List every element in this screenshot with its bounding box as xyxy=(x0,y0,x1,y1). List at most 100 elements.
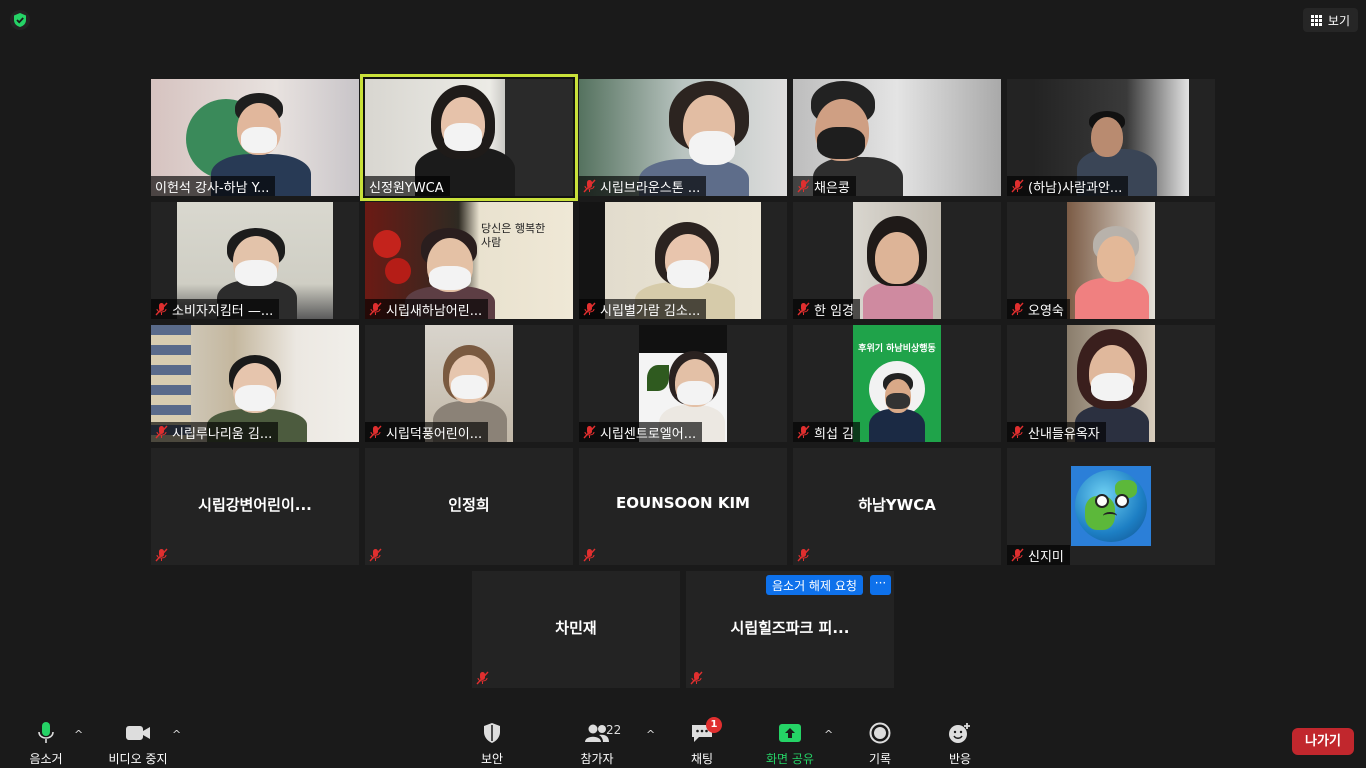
mic-muted-icon xyxy=(1011,425,1024,439)
video-tile-active-speaker[interactable]: 신정원YWCA xyxy=(360,74,578,201)
video-camera-icon xyxy=(126,726,150,740)
microphone-icon xyxy=(38,722,54,743)
security-button[interactable]: 보안 xyxy=(454,720,530,767)
mic-muted-icon xyxy=(583,179,596,193)
video-tile[interactable]: 당신은 행복한 사람 시립새하남어린... xyxy=(365,202,573,319)
mic-muted-icon xyxy=(1011,548,1024,562)
participant-name: 채은콩 xyxy=(793,176,856,196)
video-off-tile[interactable]: 시립강변어린이... xyxy=(151,448,359,565)
participants-count: 22 xyxy=(606,723,622,737)
mic-muted-icon xyxy=(155,425,168,439)
mic-muted-icon xyxy=(476,671,489,685)
video-tile[interactable]: 오영숙 xyxy=(1007,202,1215,319)
video-tile[interactable]: 산내들유옥자 xyxy=(1007,325,1215,442)
mic-muted-icon xyxy=(797,425,810,439)
participant-name: (하남)사람과안... xyxy=(1007,176,1129,196)
participant-name: 시립별가람 김소... xyxy=(579,299,707,319)
participant-name: 시립센트로엘어... xyxy=(579,422,703,442)
participant-name: EOUNSOON KIM xyxy=(616,494,750,512)
stop-video-button[interactable]: 비디오 중지 xyxy=(100,720,176,767)
video-tile[interactable]: 시립루나리움 김... xyxy=(151,325,359,442)
share-options-caret[interactable]: ^ xyxy=(824,728,833,741)
participant-name: 희섭 김 xyxy=(793,422,861,442)
share-screen-label: 화면 공유 xyxy=(766,752,814,766)
mic-muted-icon xyxy=(369,302,382,316)
participant-name: 하남YWCA xyxy=(858,496,936,514)
video-tile[interactable]: 채은콩 xyxy=(793,79,1001,196)
globe-avatar xyxy=(1071,466,1151,546)
video-tile[interactable]: 시립브라운스톤 ... xyxy=(579,79,787,196)
mic-muted-icon xyxy=(690,671,703,685)
video-tile[interactable]: 시립센트로엘어... xyxy=(579,325,787,442)
chat-label: 채팅 xyxy=(690,752,714,766)
participant-name: 시립루나리움 김... xyxy=(151,422,279,442)
shield-icon xyxy=(484,723,500,743)
participants-label: 참가자 xyxy=(580,752,614,766)
leave-meeting-button[interactable]: 나가기 xyxy=(1292,728,1354,755)
reactions-label: 반응 xyxy=(948,752,972,766)
banner-text: 후위기 하남비상행동 xyxy=(858,344,936,354)
mic-muted-icon xyxy=(797,548,810,562)
encryption-shield-icon[interactable] xyxy=(10,10,30,30)
mic-muted-icon xyxy=(583,425,596,439)
record-label: 기록 xyxy=(868,752,892,766)
reactions-button[interactable]: 반응 xyxy=(922,720,998,767)
mic-muted-icon xyxy=(1011,302,1024,316)
participant-name: 신지미 xyxy=(1007,545,1070,565)
participant-video: 후위기 하남비상행동 xyxy=(853,325,941,442)
video-options-caret[interactable]: ^ xyxy=(172,728,181,741)
video-tile[interactable]: 이헌석 강사-하남 Y... xyxy=(151,79,359,196)
participant-name: 신정원YWCA xyxy=(365,176,450,196)
video-off-tile[interactable]: 차민재 xyxy=(472,571,680,688)
participant-name: 시립브라운스톤 ... xyxy=(579,176,707,196)
view-label: 보기 xyxy=(1327,13,1350,28)
mic-muted-icon xyxy=(155,302,168,316)
chat-button[interactable]: 1 채팅 xyxy=(664,717,740,767)
mic-muted-icon xyxy=(1011,179,1024,193)
participant-name: 시립덕풍어린이... xyxy=(365,422,489,442)
more-options-button[interactable]: ··· xyxy=(870,575,891,595)
mic-muted-icon xyxy=(155,548,168,562)
participant-name: 시립강변어린이... xyxy=(198,496,312,514)
video-tile[interactable]: 한 임경 xyxy=(793,202,1001,319)
participant-name: 한 임경 xyxy=(793,299,861,319)
participant-video xyxy=(853,202,941,319)
video-tile[interactable]: (하남)사람과안... xyxy=(1007,79,1215,196)
video-off-tile[interactable]: 인정희 xyxy=(365,448,573,565)
participant-name: 오영숙 xyxy=(1007,299,1070,319)
record-button[interactable]: 기록 xyxy=(842,720,918,767)
participants-button[interactable]: 22 참가자 xyxy=(559,720,635,767)
video-tile[interactable]: 소비자지킴터 —... xyxy=(151,202,359,319)
mic-muted-icon xyxy=(797,179,810,193)
grid-view-icon xyxy=(1310,14,1322,26)
share-screen-icon xyxy=(779,724,801,742)
participant-name: 시립힐즈파크 피... xyxy=(730,619,850,637)
video-off-tile[interactable]: 신지미 xyxy=(1007,448,1215,565)
participant-name: 인정희 xyxy=(448,496,490,514)
security-label: 보안 xyxy=(480,752,504,766)
mic-muted-icon xyxy=(797,302,810,316)
participants-options-caret[interactable]: ^ xyxy=(646,728,655,741)
view-button[interactable]: 보기 xyxy=(1302,8,1358,32)
participant-name: 시립새하남어린... xyxy=(365,299,489,319)
mic-muted-icon xyxy=(583,302,596,316)
participant-name: 차민재 xyxy=(555,619,597,637)
video-tile[interactable]: 후위기 하남비상행동 희섭 김 xyxy=(793,325,1001,442)
mic-muted-icon xyxy=(369,425,382,439)
participant-name: 산내들유옥자 xyxy=(1007,422,1106,442)
participant-name: 소비자지킴터 —... xyxy=(151,299,280,319)
mute-label: 음소거 xyxy=(29,752,63,766)
video-tile[interactable]: 시립덕풍어린이... xyxy=(365,325,573,442)
ask-to-unmute-button[interactable]: 음소거 해제 요청 xyxy=(766,575,863,595)
mic-muted-icon xyxy=(369,548,382,562)
video-off-tile[interactable]: EOUNSOON KIM xyxy=(579,448,787,565)
meeting-toolbar: 음소거 ^ 비디오 중지 ^ 보안 22 참가자 ^ 1 채팅 화면 공유 ^ … xyxy=(0,704,1366,768)
record-icon xyxy=(869,722,891,744)
video-tile[interactable]: 시립별가람 김소... xyxy=(579,202,787,319)
video-off-tile[interactable]: 하남YWCA xyxy=(793,448,1001,565)
participant-name: 이헌석 강사-하남 Y... xyxy=(151,176,276,196)
audio-options-caret[interactable]: ^ xyxy=(74,728,83,741)
mute-button[interactable]: 음소거 xyxy=(8,720,84,767)
participant-video xyxy=(1067,202,1155,319)
share-screen-button[interactable]: 화면 공유 xyxy=(752,720,828,767)
